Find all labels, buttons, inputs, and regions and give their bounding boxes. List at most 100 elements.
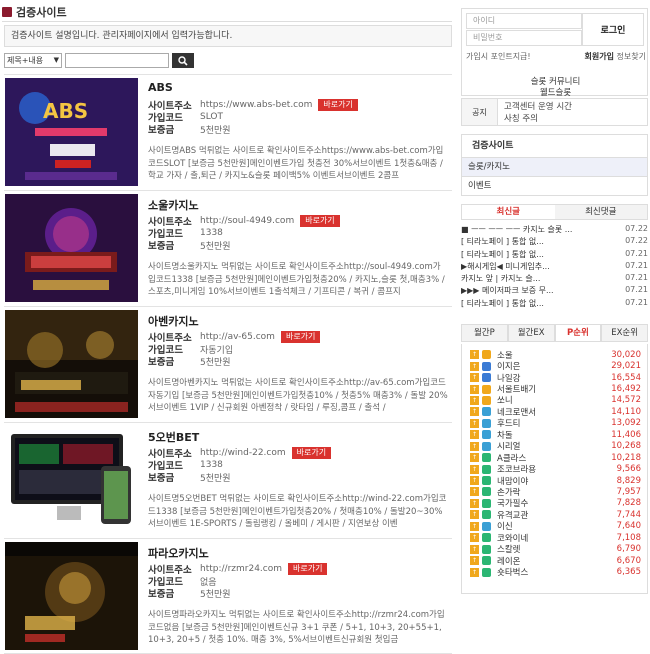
site-name[interactable]: 파라오카지노 <box>148 545 448 563</box>
login-button[interactable]: 로그인 <box>582 13 644 46</box>
level-icon <box>482 567 491 577</box>
rank-row[interactable]: ↑ 내맘이야 8,829 <box>462 475 647 487</box>
rank-row[interactable]: ↑ 국가필수 7,828 <box>462 498 647 509</box>
visit-button[interactable]: 바로가기 <box>288 563 328 575</box>
site-thumbnail[interactable] <box>5 310 138 418</box>
site-deposit: 5천만원 <box>200 357 231 368</box>
rank-user-name: 국가필수 <box>497 499 529 510</box>
find-account-link[interactable]: 정보찾기 <box>617 52 646 61</box>
tab-monthly-p[interactable]: 월간P <box>461 324 508 341</box>
level-icon <box>482 487 491 497</box>
rank-row[interactable]: ↑ 차돌 11,406 <box>462 429 647 441</box>
site-thumbnail[interactable] <box>5 194 138 302</box>
search-input[interactable] <box>65 53 169 68</box>
site-thumbnail[interactable]: ABS <box>5 78 138 186</box>
menu-item-event[interactable]: 이벤트 <box>462 176 647 195</box>
rank-row[interactable]: ↑ 이신 7,640 <box>462 521 647 532</box>
post-title: ▶해시게임◀ 미니게임추... <box>461 261 550 271</box>
site-deposit-row: 보증금 5천만원 <box>148 471 448 484</box>
site-card[interactable]: 소울카지노 사이트주소 http://soul-4949.com 바로가기 가입… <box>4 190 452 306</box>
rank-row[interactable]: ↑ 코와이네 7,108 <box>462 532 647 544</box>
rank-row[interactable]: ↑ 나일강 16,554 <box>462 372 647 384</box>
rank-row[interactable]: ↑ 스칼렛 6,790 <box>462 543 647 555</box>
notice-item[interactable]: 고객센터 운영 시간 <box>504 101 572 113</box>
svg-text:ABS: ABS <box>43 99 88 123</box>
rank-row[interactable]: ↑ 조코브라용 9,566 <box>462 463 647 475</box>
post-item[interactable]: ▶▶▶ 메이저파크 보증 무... 07.21 <box>461 285 648 297</box>
rank-badge-icon: ↑ <box>470 395 479 405</box>
post-title: [ 티라노페이 ] 통합 없... <box>461 298 544 308</box>
password-field[interactable]: 비밀번호 <box>466 30 582 46</box>
site-deposit-row: 보증금 5천만원 <box>148 355 448 368</box>
post-date: 07.22 <box>625 224 648 233</box>
post-item[interactable]: 카지노 앞 | 카지노 슬... 07.21 <box>461 273 648 285</box>
rank-row[interactable]: ↑ 손가락 7,957 <box>462 486 647 498</box>
post-item[interactable]: ■ ㅡㅡ ㅡㅡ ㅡㅡ 카지노 슬롯 ... 07.22 <box>461 224 648 236</box>
rank-row[interactable]: ↑ 이지은 29,021 <box>462 360 647 372</box>
rank-row[interactable]: ↑ 소울 30,020 <box>462 349 647 361</box>
site-info: 5오번BET 사이트주소 http://wind-22.com 바로가기 가입코… <box>148 429 448 531</box>
username-field[interactable]: 아이디 <box>466 13 582 29</box>
post-item[interactable]: ▶해시게임◀ 미니게임추... 07.21 <box>461 261 648 273</box>
rank-score: 10,218 <box>611 452 641 463</box>
post-date: 07.21 <box>625 248 648 258</box>
rank-score: 7,828 <box>616 498 641 509</box>
tab-monthly-ex[interactable]: 월간EX <box>507 324 555 341</box>
menu-heading[interactable]: 검증사이트 <box>462 135 647 157</box>
post-date: 07.22 <box>625 236 648 246</box>
notice-item[interactable]: 사칭 주의 <box>504 113 572 125</box>
search-field-select[interactable]: 제목+내용 ▼ <box>4 53 62 68</box>
tab-latest-posts[interactable]: 최신글 <box>462 205 555 219</box>
site-card[interactable]: 파라오카지노 사이트주소 http://rzmr24.com 바로가기 가입코드… <box>4 538 452 654</box>
rank-row[interactable]: ↑ 쏘니 14,572 <box>462 395 647 406</box>
rank-user-name: 숏타벅스 <box>497 568 529 579</box>
level-icon <box>482 418 491 428</box>
rank-badge-icon: ↑ <box>470 544 479 554</box>
site-name[interactable]: 5오번BET <box>148 429 448 447</box>
tab-p-rank[interactable]: P순위 <box>554 324 602 341</box>
site-card[interactable]: 아벤카지노 사이트주소 http://av-65.com 바로가기 가입코드 자… <box>4 306 452 422</box>
rank-score: 14,110 <box>611 406 641 417</box>
visit-button[interactable]: 바로가기 <box>280 331 321 343</box>
rank-row[interactable]: ↑ A클라스 10,218 <box>462 452 647 464</box>
visit-button[interactable]: 바로가기 <box>318 99 358 111</box>
level-icon <box>482 533 491 543</box>
tab-latest-comments[interactable]: 최신댓글 <box>554 205 647 219</box>
rank-row[interactable]: ↑ 서울트배기 16,492 <box>462 383 647 395</box>
rank-row[interactable]: ↑ 후드티 13,092 <box>462 418 647 429</box>
visit-button[interactable]: 바로가기 <box>291 447 332 459</box>
visit-button[interactable]: 바로가기 <box>300 215 340 227</box>
menu-item-slot-casino[interactable]: 슬롯/카지노 <box>462 157 647 176</box>
site-name[interactable]: ABS <box>148 81 448 99</box>
site-card[interactable]: ABS ABS 사이트주소 https://www.abs-bet.com 바로… <box>4 74 452 190</box>
signup-link[interactable]: 회원가입 <box>585 52 614 61</box>
community-link[interactable]: 슬롯 커뮤니티 웰드슬롯 <box>462 77 649 99</box>
rank-row[interactable]: ↑ 레이온 6,670 <box>462 555 647 567</box>
site-thumbnail[interactable] <box>5 542 138 650</box>
site-thumbnail[interactable] <box>5 426 138 534</box>
post-title: ▶▶▶ 메이저파크 보증 무... <box>461 286 554 296</box>
site-name[interactable]: 소울카지노 <box>148 197 448 215</box>
rank-score: 8,829 <box>616 475 641 486</box>
level-icon <box>482 510 491 520</box>
rank-badge-icon: ↑ <box>470 521 479 531</box>
search-button[interactable] <box>172 53 194 68</box>
rank-score: 11,406 <box>611 429 641 440</box>
post-item[interactable]: [ 티라노페이 ] 통합 없... 07.21 <box>461 249 648 261</box>
site-card[interactable]: 5오번BET 사이트주소 http://wind-22.com 바로가기 가입코… <box>4 422 452 538</box>
rank-row[interactable]: ↑ 시리얼 10,268 <box>462 441 647 452</box>
rank-score: 6,365 <box>616 567 641 578</box>
level-icon <box>482 350 491 360</box>
site-url: http://soul-4949.com <box>200 216 295 226</box>
site-code: 1338 <box>200 460 223 470</box>
rank-user-name: A클라스 <box>497 453 527 464</box>
level-icon <box>482 373 491 383</box>
site-name[interactable]: 아벤카지노 <box>148 313 448 331</box>
rank-row[interactable]: ↑ 유격교관 7,744 <box>462 509 647 521</box>
rank-row[interactable]: ↑ 숏타벅스 6,365 <box>462 566 647 579</box>
post-item[interactable]: [ 티라노페이 ] 통합 없... 07.22 <box>461 236 648 248</box>
post-item[interactable]: [ 티라노페이 ] 통합 없... 07.21 <box>461 298 648 310</box>
rank-row[interactable]: ↑ 네크로맨서 14,110 <box>462 406 647 418</box>
signup-point-link[interactable]: 가입시 포인트지급! <box>466 51 531 62</box>
tab-ex-rank[interactable]: EX순위 <box>601 324 648 341</box>
